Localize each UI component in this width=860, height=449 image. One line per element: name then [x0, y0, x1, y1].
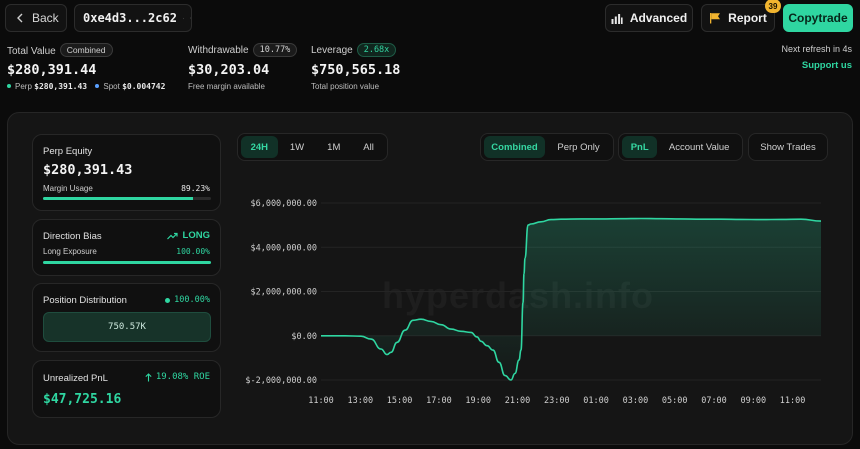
position-distribution-percent: 100.00%	[165, 295, 210, 305]
long-exposure-fill	[43, 261, 211, 264]
tab-1m[interactable]: 1M	[316, 136, 351, 158]
tab-combined[interactable]: Combined	[484, 136, 546, 158]
unrealized-pnl-value: $47,725.16	[43, 392, 122, 407]
tab-1w[interactable]: 1W	[280, 136, 315, 158]
leverage-chip: 2.68x	[356, 43, 397, 57]
total-value-label-text: Total Value	[7, 46, 56, 57]
margin-usage-value: 89.23%	[181, 184, 210, 193]
bar-chart-icon	[611, 13, 623, 24]
copytrade-button[interactable]: Copytrade	[783, 4, 853, 32]
position-distribution-percent-value: 100.00%	[174, 295, 210, 305]
direction-bias-card: Direction Bias LONG Long Exposure 100.00…	[32, 219, 221, 276]
roe-value: 19.08% ROE	[155, 372, 210, 382]
leverage-label: Leverage 2.68x	[311, 43, 397, 57]
direction-bias-value: LONG	[182, 230, 210, 241]
leverage-value: $750,565.18	[311, 62, 401, 78]
total-value-breakdown: Perp $280,391.43 Spot $0.004742	[7, 82, 165, 91]
spot-label: Spot	[103, 82, 120, 91]
withdrawable-chip: 10.77%	[252, 43, 298, 57]
advanced-button[interactable]: Advanced	[605, 4, 693, 32]
long-exposure-value: 100.00%	[176, 247, 210, 256]
withdrawable-sub: Free margin available	[188, 82, 265, 91]
perp-value: $280,391.43	[34, 82, 88, 91]
flag-icon	[710, 13, 721, 24]
report-button[interactable]: Report	[701, 4, 775, 32]
withdrawable-label: Withdrawable 10.77%	[188, 43, 298, 57]
perp-label: Perp	[15, 82, 32, 91]
withdrawable-label-text: Withdrawable	[188, 45, 249, 56]
tab-account-value[interactable]: Account Value	[659, 136, 739, 158]
perp-equity-card: Perp Equity $280,391.43 Margin Usage 89.…	[32, 134, 221, 211]
metric-tabs: PnL Account Value	[618, 133, 743, 161]
back-button[interactable]: Back	[5, 4, 67, 32]
unrealized-pnl-card: Unrealized PnL 19.08% ROE $47,725.16	[32, 360, 221, 418]
watermark: hyperdash.info	[382, 275, 654, 317]
copy-icon[interactable]	[182, 13, 184, 24]
direction-bias-title: Direction Bias	[43, 231, 102, 242]
long-dot	[165, 297, 171, 303]
spot-dot	[95, 84, 100, 88]
back-label: Back	[32, 11, 59, 25]
refresh-countdown: Next refresh in 4s	[781, 44, 852, 54]
margin-usage-bar	[43, 197, 211, 200]
report-count-badge: 39	[765, 0, 781, 13]
long-exposure-bar	[43, 261, 211, 264]
total-value-label: Total Value Combined	[7, 43, 113, 57]
total-value: $280,391.44	[7, 62, 97, 78]
spot-value: $0.004742	[122, 82, 166, 91]
show-trades-label: Show Trades	[760, 141, 816, 153]
wallet-address: 0xe4d3...2c62	[83, 11, 177, 25]
margin-usage-fill	[43, 197, 193, 200]
chevron-left-icon	[17, 13, 23, 23]
perp-equity-title: Perp Equity	[43, 146, 93, 157]
data-mode-tabs: Combined Perp Only	[480, 133, 614, 161]
direction-bias-indicator: LONG	[166, 230, 210, 241]
show-trades-button[interactable]: Show Trades	[748, 133, 828, 161]
tab-all[interactable]: All	[353, 136, 384, 158]
time-range-tabs: 24H 1W 1M All	[237, 133, 388, 161]
perp-dot	[7, 84, 11, 88]
long-distribution-bar[interactable]: 750.57K	[43, 312, 211, 342]
arrow-up-icon	[145, 372, 152, 381]
margin-usage-label: Margin Usage	[43, 184, 93, 193]
report-label: Report	[728, 11, 767, 25]
trending-up-icon	[166, 232, 178, 239]
position-distribution-title: Position Distribution	[43, 295, 127, 306]
withdrawable-value: $30,203.04	[188, 62, 270, 78]
combined-chip: Combined	[59, 43, 113, 57]
long-exposure-label: Long Exposure	[43, 247, 97, 256]
tab-pnl[interactable]: PnL	[622, 136, 658, 158]
perp-equity-value: $280,391.43	[43, 162, 133, 178]
star-icon[interactable]	[189, 12, 191, 24]
tab-perp-only[interactable]: Perp Only	[547, 136, 610, 158]
support-us-link[interactable]: Support us	[802, 60, 852, 71]
roe-indicator: 19.08% ROE	[145, 372, 210, 382]
address-pill: 0xe4d3...2c62	[74, 4, 192, 32]
tab-24h[interactable]: 24H	[241, 136, 278, 158]
leverage-sub: Total position value	[311, 82, 380, 91]
leverage-label-text: Leverage	[311, 45, 353, 56]
advanced-label: Advanced	[629, 11, 688, 25]
position-distribution-card: Position Distribution 100.00% 750.57K	[32, 283, 221, 352]
unrealized-pnl-title: Unrealized PnL	[43, 373, 108, 384]
